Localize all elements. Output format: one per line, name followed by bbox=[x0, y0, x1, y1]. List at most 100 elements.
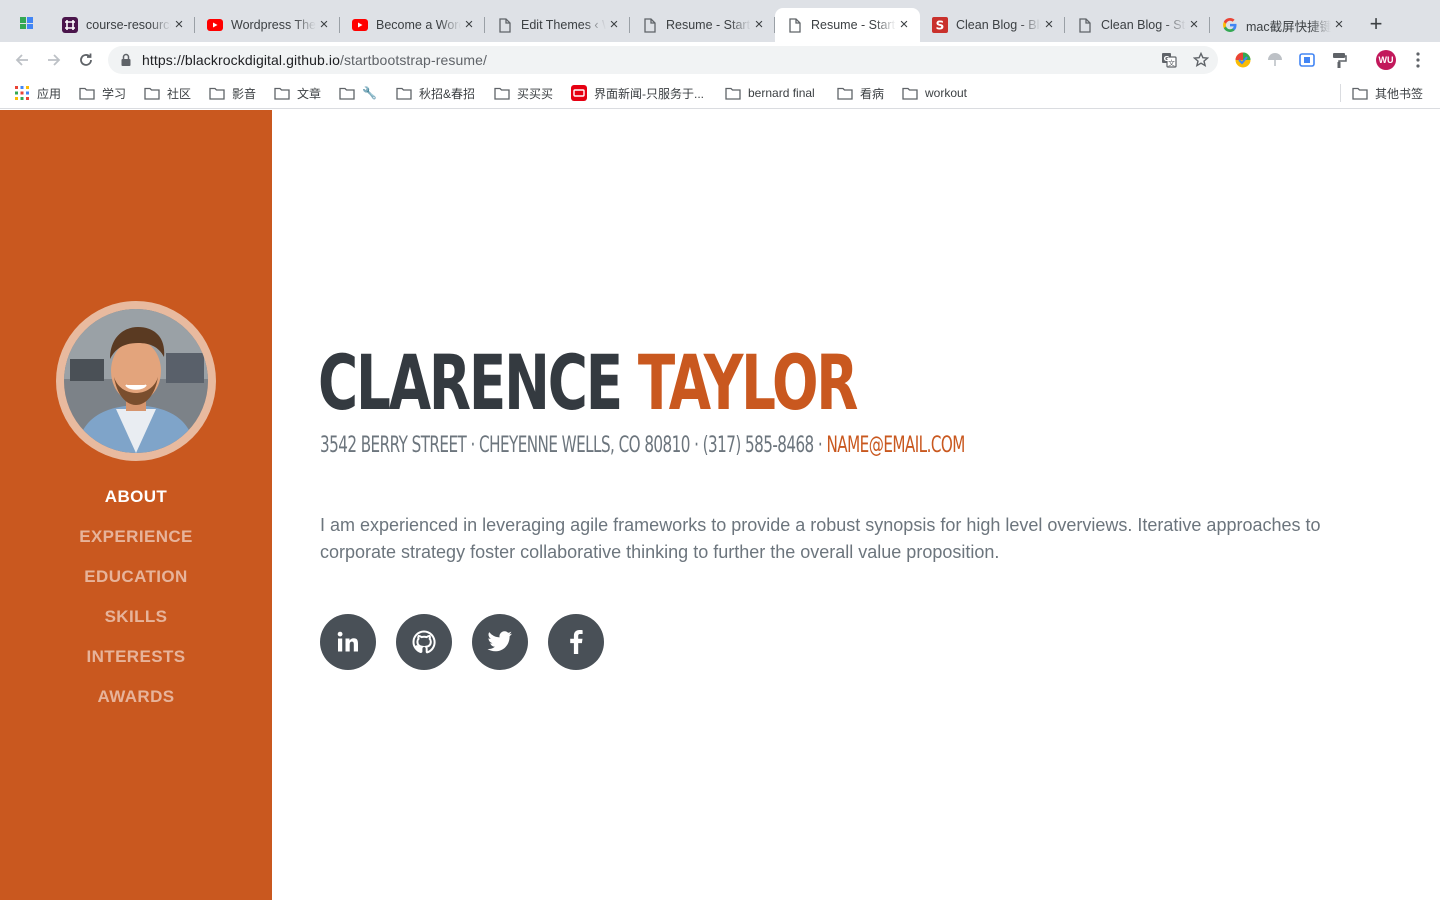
tab-edit-themes[interactable]: Edit Themes ‹ WordPress × bbox=[485, 8, 630, 42]
bookmark-label: bernard final bbox=[748, 86, 815, 100]
tab-resume-active[interactable]: Resume - Start Bootstrap × bbox=[775, 8, 920, 42]
pinned-tab[interactable] bbox=[8, 8, 46, 42]
tab-become-wordpress[interactable]: Become a WordPress × bbox=[340, 8, 485, 42]
nav-interests[interactable]: Interests bbox=[0, 640, 272, 680]
bookmark-folder-media[interactable]: 影音 bbox=[209, 84, 256, 102]
reload-button[interactable] bbox=[74, 48, 98, 72]
nav-experience[interactable]: Experience bbox=[0, 520, 272, 560]
twitter-button[interactable] bbox=[472, 614, 528, 670]
linkedin-button[interactable] bbox=[320, 614, 376, 670]
folder-icon bbox=[79, 85, 95, 101]
bookmark-label: 界面新闻-只服务于... bbox=[594, 86, 704, 101]
extension-umbrella-icon[interactable] bbox=[1265, 50, 1285, 70]
browser-toolbar: https://blackrockdigital.github.io/start… bbox=[0, 42, 1440, 78]
extension-colorful-icon[interactable] bbox=[1233, 50, 1253, 70]
svg-text:G: G bbox=[1164, 55, 1170, 63]
forward-button[interactable] bbox=[42, 48, 66, 72]
lock-icon[interactable] bbox=[120, 53, 132, 72]
tab-title: Clean Blog - Start Bootstrap bbox=[1101, 18, 1186, 32]
profile-avatar[interactable]: WU bbox=[1376, 50, 1396, 70]
folder-icon bbox=[209, 85, 225, 101]
document-icon bbox=[497, 17, 513, 33]
github-icon bbox=[412, 630, 436, 654]
url-text[interactable]: https://blackrockdigital.github.io/start… bbox=[142, 52, 487, 68]
back-button[interactable] bbox=[10, 48, 34, 72]
close-icon[interactable]: × bbox=[316, 17, 332, 33]
youtube-icon bbox=[207, 17, 223, 33]
google-icon bbox=[1222, 17, 1238, 33]
about-section: Clarence Taylor 3542 Berry Street · Chey… bbox=[272, 110, 1440, 900]
folder-icon bbox=[902, 85, 918, 101]
bookmark-folder-workout[interactable]: workout bbox=[902, 84, 967, 102]
nav-skills[interactable]: Skills bbox=[0, 600, 272, 640]
facebook-icon bbox=[570, 630, 583, 654]
bookmark-folder-shopping[interactable]: 买买买 bbox=[494, 84, 553, 102]
tab-title: Resume - Start Bootstrap bbox=[666, 18, 751, 32]
close-icon[interactable]: × bbox=[896, 17, 912, 33]
tab-wordpress-theme[interactable]: Wordpress Theme × bbox=[195, 8, 340, 42]
bookmark-folder-articles[interactable]: 文章 bbox=[274, 84, 321, 102]
bookmark-jiemian[interactable]: 界面新闻-只服务于... bbox=[571, 84, 704, 102]
tab-clean-blog[interactable]: S Clean Blog - Blog × bbox=[920, 8, 1065, 42]
github-button[interactable] bbox=[396, 614, 452, 670]
folder-icon bbox=[144, 85, 160, 101]
bookmark-label: 买买买 bbox=[517, 86, 554, 101]
new-tab-button[interactable]: + bbox=[1364, 13, 1388, 37]
bookmark-folder-tools[interactable]: 🔧 bbox=[339, 84, 377, 102]
address-bar[interactable]: https://blackrockdigital.github.io/start… bbox=[108, 46, 1218, 74]
bookmark-apps[interactable]: 应用 bbox=[14, 84, 61, 102]
flag-icon bbox=[19, 16, 35, 35]
bookmark-folder-community[interactable]: 社区 bbox=[144, 84, 191, 102]
close-icon[interactable]: × bbox=[171, 17, 187, 33]
bookmark-label: workout bbox=[925, 86, 968, 100]
linkedin-icon bbox=[337, 631, 358, 652]
close-icon[interactable]: × bbox=[1186, 17, 1202, 33]
bookmark-folder-recruiting[interactable]: 秋招&春招 bbox=[396, 84, 475, 102]
nav-about[interactable]: About bbox=[0, 480, 272, 520]
translate-icon[interactable]: 文G bbox=[1160, 51, 1178, 69]
about-text: I am experienced in leveraging agile fra… bbox=[320, 515, 1321, 562]
nav-education[interactable]: Education bbox=[0, 560, 272, 600]
tab-resume-1[interactable]: Resume - Start Bootstrap × bbox=[630, 8, 775, 42]
bookmark-label: 其他书签 bbox=[1375, 86, 1424, 101]
bookmark-label: 应用 bbox=[37, 86, 62, 101]
close-icon[interactable]: × bbox=[461, 17, 477, 33]
jiemian-icon bbox=[571, 85, 587, 101]
extension-blue-icon[interactable] bbox=[1297, 50, 1317, 70]
nav-awards[interactable]: Awards bbox=[0, 680, 272, 720]
bookmark-label: 学习 bbox=[102, 86, 127, 101]
close-icon[interactable]: × bbox=[606, 17, 622, 33]
tab-google-search[interactable]: mac截屏快捷键 × bbox=[1210, 8, 1355, 42]
close-icon[interactable]: × bbox=[1041, 17, 1057, 33]
wrench-icon: 🔧 bbox=[362, 86, 377, 100]
tab-title: Become a WordPress bbox=[376, 18, 461, 32]
menu-dots-icon[interactable] bbox=[1410, 50, 1426, 70]
extension-paint-icon[interactable] bbox=[1329, 50, 1349, 70]
bookmark-folder-study[interactable]: 学习 bbox=[79, 84, 126, 102]
folder-icon bbox=[274, 85, 290, 101]
bookmark-label: 秋招&春招 bbox=[419, 86, 476, 101]
star-icon[interactable] bbox=[1192, 51, 1210, 69]
bookmark-folder-bernard[interactable]: bernard final bbox=[725, 84, 815, 102]
bookmark-other[interactable]: 其他书签 bbox=[1352, 84, 1423, 102]
tab-clean-blog-sb[interactable]: Clean Blog - Start Bootstrap × bbox=[1065, 8, 1210, 42]
s-logo-icon: S bbox=[932, 17, 948, 33]
tab-course-resources[interactable]: course-resources × bbox=[50, 8, 195, 42]
document-icon bbox=[642, 17, 658, 33]
facebook-button[interactable] bbox=[548, 614, 604, 670]
bookmark-label: 影音 bbox=[232, 86, 257, 101]
last-name: Taylor bbox=[637, 338, 859, 427]
bookmarks-bar: 应用 学习 社区 影音 文章 🔧 秋招&春招 买买买 界面新闻-只服务于... … bbox=[0, 78, 1440, 109]
email-link[interactable]: name@email.com bbox=[826, 433, 965, 458]
bookmark-label: 看病 bbox=[860, 86, 885, 101]
folder-icon bbox=[725, 85, 741, 101]
tab-strip: course-resources × Wordpress Theme × Bec… bbox=[0, 0, 1440, 42]
sidebar-nav: About Experience Education Skills Intere… bbox=[0, 110, 272, 900]
section-nav: About Experience Education Skills Intere… bbox=[0, 480, 272, 720]
bookmark-label: 文章 bbox=[297, 86, 322, 101]
document-icon bbox=[1077, 17, 1093, 33]
close-icon[interactable]: × bbox=[1331, 17, 1347, 33]
arrow-left-icon bbox=[15, 54, 28, 66]
close-icon[interactable]: × bbox=[751, 17, 767, 33]
bookmark-folder-doctor[interactable]: 看病 bbox=[837, 84, 884, 102]
